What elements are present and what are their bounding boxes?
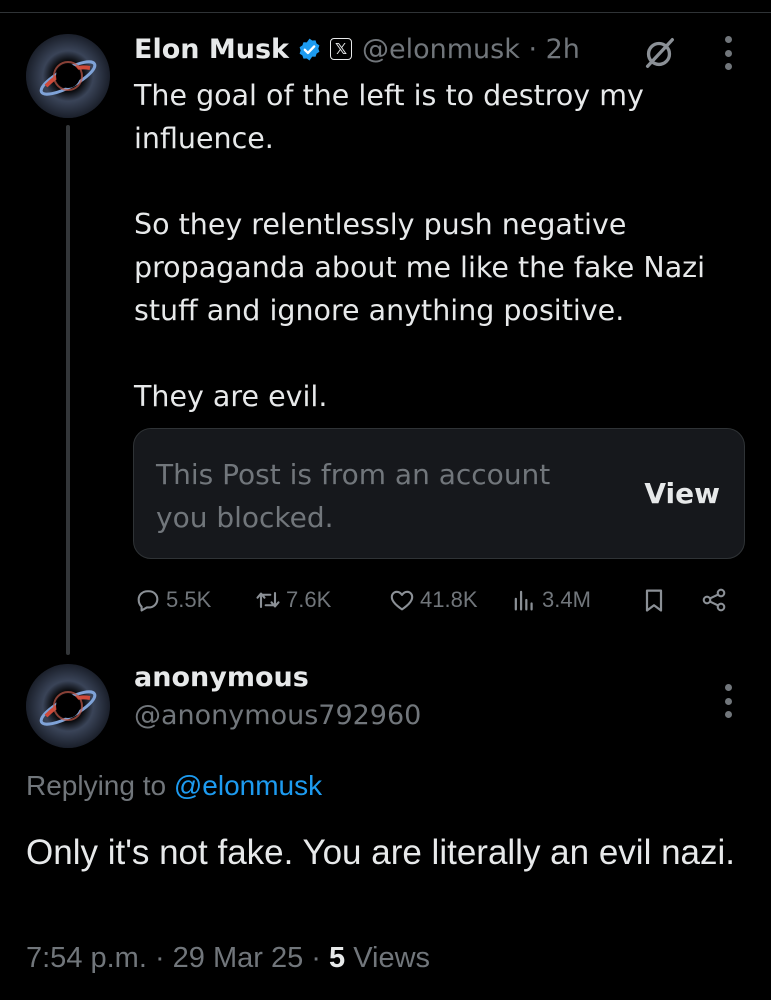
share-icon bbox=[702, 588, 726, 612]
top-divider bbox=[0, 12, 771, 13]
x-affiliate-badge-icon: 𝕏 bbox=[330, 38, 352, 60]
views-button[interactable]: 3.4M bbox=[510, 582, 591, 618]
share-button[interactable] bbox=[700, 582, 728, 618]
blocked-quote-card: This Post is from an account you blocked… bbox=[133, 428, 745, 559]
reply-metadata: 7:54 p.m. · 29 Mar 25 · 5 Views bbox=[26, 942, 430, 975]
bookmark-icon bbox=[645, 589, 663, 612]
reply-author-name[interactable]: anonymous bbox=[134, 662, 309, 693]
heart-icon bbox=[390, 590, 414, 611]
repost-count: 7.6K bbox=[286, 587, 332, 612]
reply-views-count: 5 bbox=[329, 942, 346, 974]
more-dots-icon[interactable] bbox=[716, 684, 740, 718]
like-count: 41.8K bbox=[420, 587, 478, 612]
verified-badge-icon bbox=[299, 38, 320, 60]
repost-button[interactable]: 7.6K bbox=[254, 582, 331, 618]
blocked-notice: This Post is from an account you blocked… bbox=[156, 458, 551, 534]
author-handle-time[interactable]: @elonmusk · 2h bbox=[362, 34, 580, 65]
author-avatar[interactable] bbox=[26, 34, 110, 118]
view-blocked-button[interactable]: View bbox=[644, 477, 720, 510]
reply-count: 5.5K bbox=[166, 587, 212, 612]
post-body: The goal of the left is to destroy my in… bbox=[134, 74, 734, 418]
reply-views-label: Views bbox=[345, 942, 431, 974]
replying-prefix: Replying to bbox=[26, 770, 174, 801]
replying-to-link[interactable]: @elonmusk bbox=[174, 770, 322, 801]
reply-body: Only it's not fake. You are literally an… bbox=[26, 833, 736, 872]
reply-author-avatar[interactable] bbox=[26, 664, 110, 748]
avatar-image bbox=[26, 664, 110, 748]
post-paragraph: So they relentlessly push negative propa… bbox=[134, 208, 706, 327]
avatar-image bbox=[26, 34, 110, 118]
grok-icon[interactable] bbox=[640, 34, 678, 72]
post-paragraph: The goal of the left is to destroy my in… bbox=[134, 79, 644, 155]
more-dots-icon[interactable] bbox=[716, 36, 740, 70]
post-actions-bar: 5.5K 7.6K 41.8K 3.4M bbox=[134, 582, 744, 618]
reply-icon bbox=[137, 590, 159, 612]
reply-author-handle[interactable]: @anonymous792960 bbox=[134, 700, 421, 731]
bookmark-button[interactable] bbox=[640, 582, 668, 618]
author-name[interactable]: Elon Musk bbox=[134, 34, 289, 65]
views-bar-chart-icon bbox=[514, 590, 533, 611]
post-header: Elon Musk 𝕏 @elonmusk · 2h bbox=[134, 28, 580, 70]
like-button[interactable]: 41.8K bbox=[388, 582, 478, 618]
replying-to-line: Replying to @elonmusk bbox=[26, 770, 322, 802]
reply-button[interactable]: 5.5K bbox=[134, 582, 211, 618]
reply-time-date[interactable]: 7:54 p.m. · 29 Mar 25 · bbox=[26, 942, 329, 974]
repost-icon bbox=[256, 591, 280, 609]
post-paragraph: They are evil. bbox=[134, 380, 328, 413]
views-count: 3.4M bbox=[542, 587, 591, 612]
thread-connector-line bbox=[66, 125, 70, 655]
